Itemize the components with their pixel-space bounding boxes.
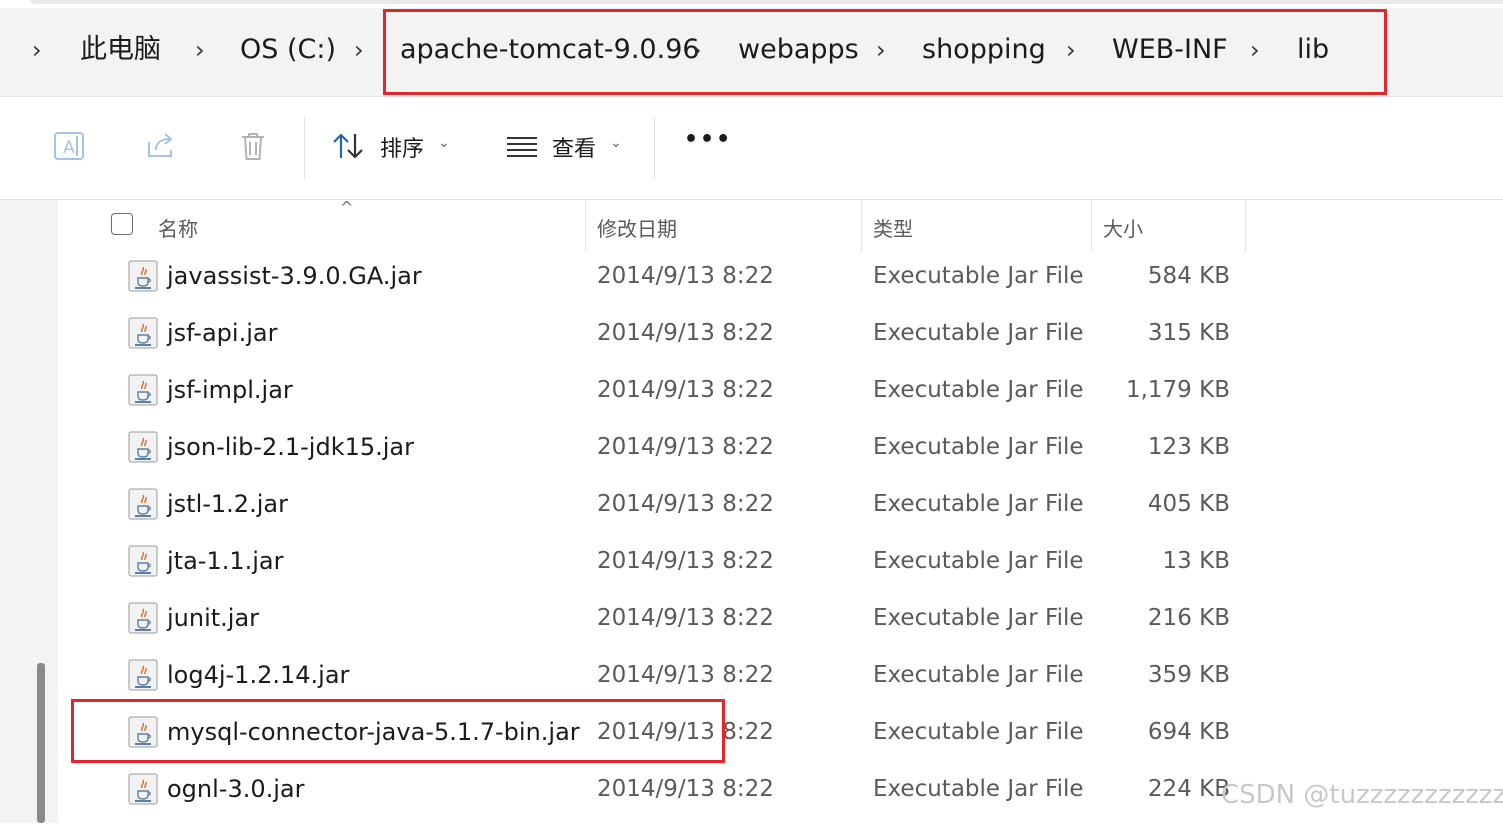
- highlight-box-mysql-connector: [71, 699, 725, 763]
- chevron-right-icon[interactable]: ›: [195, 8, 205, 92]
- breadcrumb-drive-c[interactable]: OS (C:): [240, 8, 336, 92]
- breadcrumb-this-pc[interactable]: 此电脑: [80, 8, 161, 92]
- file-row[interactable]: jsf-api.jar 2014/9/13 8:22 Executable Ja…: [58, 314, 1258, 371]
- file-type: Executable Jar File: [873, 776, 1084, 802]
- file-modified: 2014/9/13 8:22: [597, 377, 774, 403]
- chevron-down-icon[interactable]: ⌄: [610, 135, 622, 151]
- file-row[interactable]: ognl-3.0.jar 2014/9/13 8:22 Executable J…: [58, 770, 1258, 827]
- jar-file-icon: [128, 545, 158, 577]
- highlight-box-path: [383, 9, 1387, 95]
- jar-file-icon: [128, 260, 158, 292]
- column-header-row: ^ 名称 修改日期 类型 大小: [58, 198, 1248, 252]
- file-modified: 2014/9/13 8:22: [597, 662, 774, 688]
- column-divider[interactable]: [861, 200, 862, 252]
- select-all-checkbox[interactable]: [111, 213, 133, 235]
- file-type: Executable Jar File: [873, 377, 1084, 403]
- file-size: 216 KB: [1147, 605, 1230, 631]
- file-size: 405 KB: [1147, 491, 1230, 517]
- jar-file-icon: [128, 602, 158, 634]
- file-type: Executable Jar File: [873, 719, 1084, 745]
- toolbar-divider: [654, 117, 655, 179]
- jar-file-icon: [128, 431, 158, 463]
- rename-icon[interactable]: A: [51, 128, 87, 164]
- file-type: Executable Jar File: [873, 491, 1084, 517]
- file-size: 123 KB: [1147, 434, 1230, 460]
- file-type: Executable Jar File: [873, 434, 1084, 460]
- column-divider[interactable]: [1245, 200, 1246, 252]
- file-modified: 2014/9/13 8:22: [597, 491, 774, 517]
- file-size: 1,179 KB: [1125, 377, 1230, 403]
- window-top-strip: [0, 0, 1503, 8]
- column-divider[interactable]: [1091, 200, 1092, 252]
- file-size: 584 KB: [1147, 263, 1230, 289]
- file-type: Executable Jar File: [873, 263, 1084, 289]
- column-header-name[interactable]: 名称: [158, 213, 198, 242]
- sort-button[interactable]: 排序: [380, 131, 424, 163]
- view-icon[interactable]: [504, 128, 540, 164]
- column-header-size[interactable]: 大小: [1103, 213, 1143, 242]
- file-name[interactable]: javassist-3.9.0.GA.jar: [167, 257, 422, 295]
- file-type: Executable Jar File: [873, 548, 1084, 574]
- file-size: 694 KB: [1147, 719, 1230, 745]
- column-header-modified[interactable]: 修改日期: [597, 213, 677, 242]
- file-modified: 2014/9/13 8:22: [597, 434, 774, 460]
- file-modified: 2014/9/13 8:22: [597, 548, 774, 574]
- file-name[interactable]: jta-1.1.jar: [167, 542, 283, 580]
- file-row[interactable]: json-lib-2.1-jdk15.jar 2014/9/13 8:22 Ex…: [58, 428, 1258, 485]
- file-row[interactable]: junit.jar 2014/9/13 8:22 Executable Jar …: [58, 599, 1258, 656]
- command-bar: A 排序 ⌄ 查看 ⌄ •••: [0, 97, 1503, 200]
- jar-file-icon: [128, 317, 158, 349]
- file-name[interactable]: jsf-impl.jar: [167, 371, 293, 409]
- sort-caret-up-icon: ^: [340, 198, 354, 217]
- chevron-right-icon[interactable]: ›: [32, 8, 42, 92]
- file-row[interactable]: jsf-impl.jar 2014/9/13 8:22 Executable J…: [58, 371, 1258, 428]
- svg-text:A: A: [63, 138, 75, 158]
- file-row[interactable]: javassist-3.9.0.GA.jar 2014/9/13 8:22 Ex…: [58, 257, 1258, 314]
- more-options-button[interactable]: •••: [684, 127, 732, 152]
- jar-file-icon: [128, 488, 158, 520]
- file-name[interactable]: ognl-3.0.jar: [167, 770, 305, 808]
- column-header-type[interactable]: 类型: [873, 213, 913, 242]
- file-modified: 2014/9/13 8:22: [597, 320, 774, 346]
- file-name[interactable]: jstl-1.2.jar: [167, 485, 288, 523]
- column-divider[interactable]: [585, 200, 586, 252]
- tab-strip: [30, 0, 1503, 4]
- file-size: 224 KB: [1147, 776, 1230, 802]
- delete-icon[interactable]: [235, 128, 271, 164]
- watermark: CSDN @tuzzzzzzzzzzz: [1221, 780, 1503, 810]
- scrollbar-thumb[interactable]: [37, 663, 45, 823]
- file-modified: 2014/9/13 8:22: [597, 263, 774, 289]
- file-type: Executable Jar File: [873, 662, 1084, 688]
- sort-icon[interactable]: [330, 128, 366, 164]
- file-modified: 2014/9/13 8:22: [597, 605, 774, 631]
- file-size: 315 KB: [1147, 320, 1230, 346]
- jar-file-icon: [128, 659, 158, 691]
- view-button[interactable]: 查看: [552, 131, 596, 163]
- jar-file-icon: [128, 773, 158, 805]
- file-row[interactable]: jstl-1.2.jar 2014/9/13 8:22 Executable J…: [58, 485, 1258, 542]
- file-name[interactable]: json-lib-2.1-jdk15.jar: [167, 428, 414, 466]
- file-size: 13 KB: [1162, 548, 1230, 574]
- share-icon[interactable]: [143, 128, 179, 164]
- file-name[interactable]: junit.jar: [167, 599, 259, 637]
- chevron-right-icon[interactable]: ›: [354, 8, 364, 92]
- file-modified: 2014/9/13 8:22: [597, 776, 774, 802]
- file-name[interactable]: jsf-api.jar: [167, 314, 277, 352]
- file-type: Executable Jar File: [873, 320, 1084, 346]
- file-name[interactable]: log4j-1.2.14.jar: [167, 656, 349, 694]
- navigation-pane: [0, 200, 58, 823]
- chevron-down-icon[interactable]: ⌄: [438, 135, 450, 151]
- file-row[interactable]: jta-1.1.jar 2014/9/13 8:22 Executable Ja…: [58, 542, 1258, 599]
- file-size: 359 KB: [1147, 662, 1230, 688]
- toolbar-divider: [304, 117, 305, 179]
- file-type: Executable Jar File: [873, 605, 1084, 631]
- jar-file-icon: [128, 374, 158, 406]
